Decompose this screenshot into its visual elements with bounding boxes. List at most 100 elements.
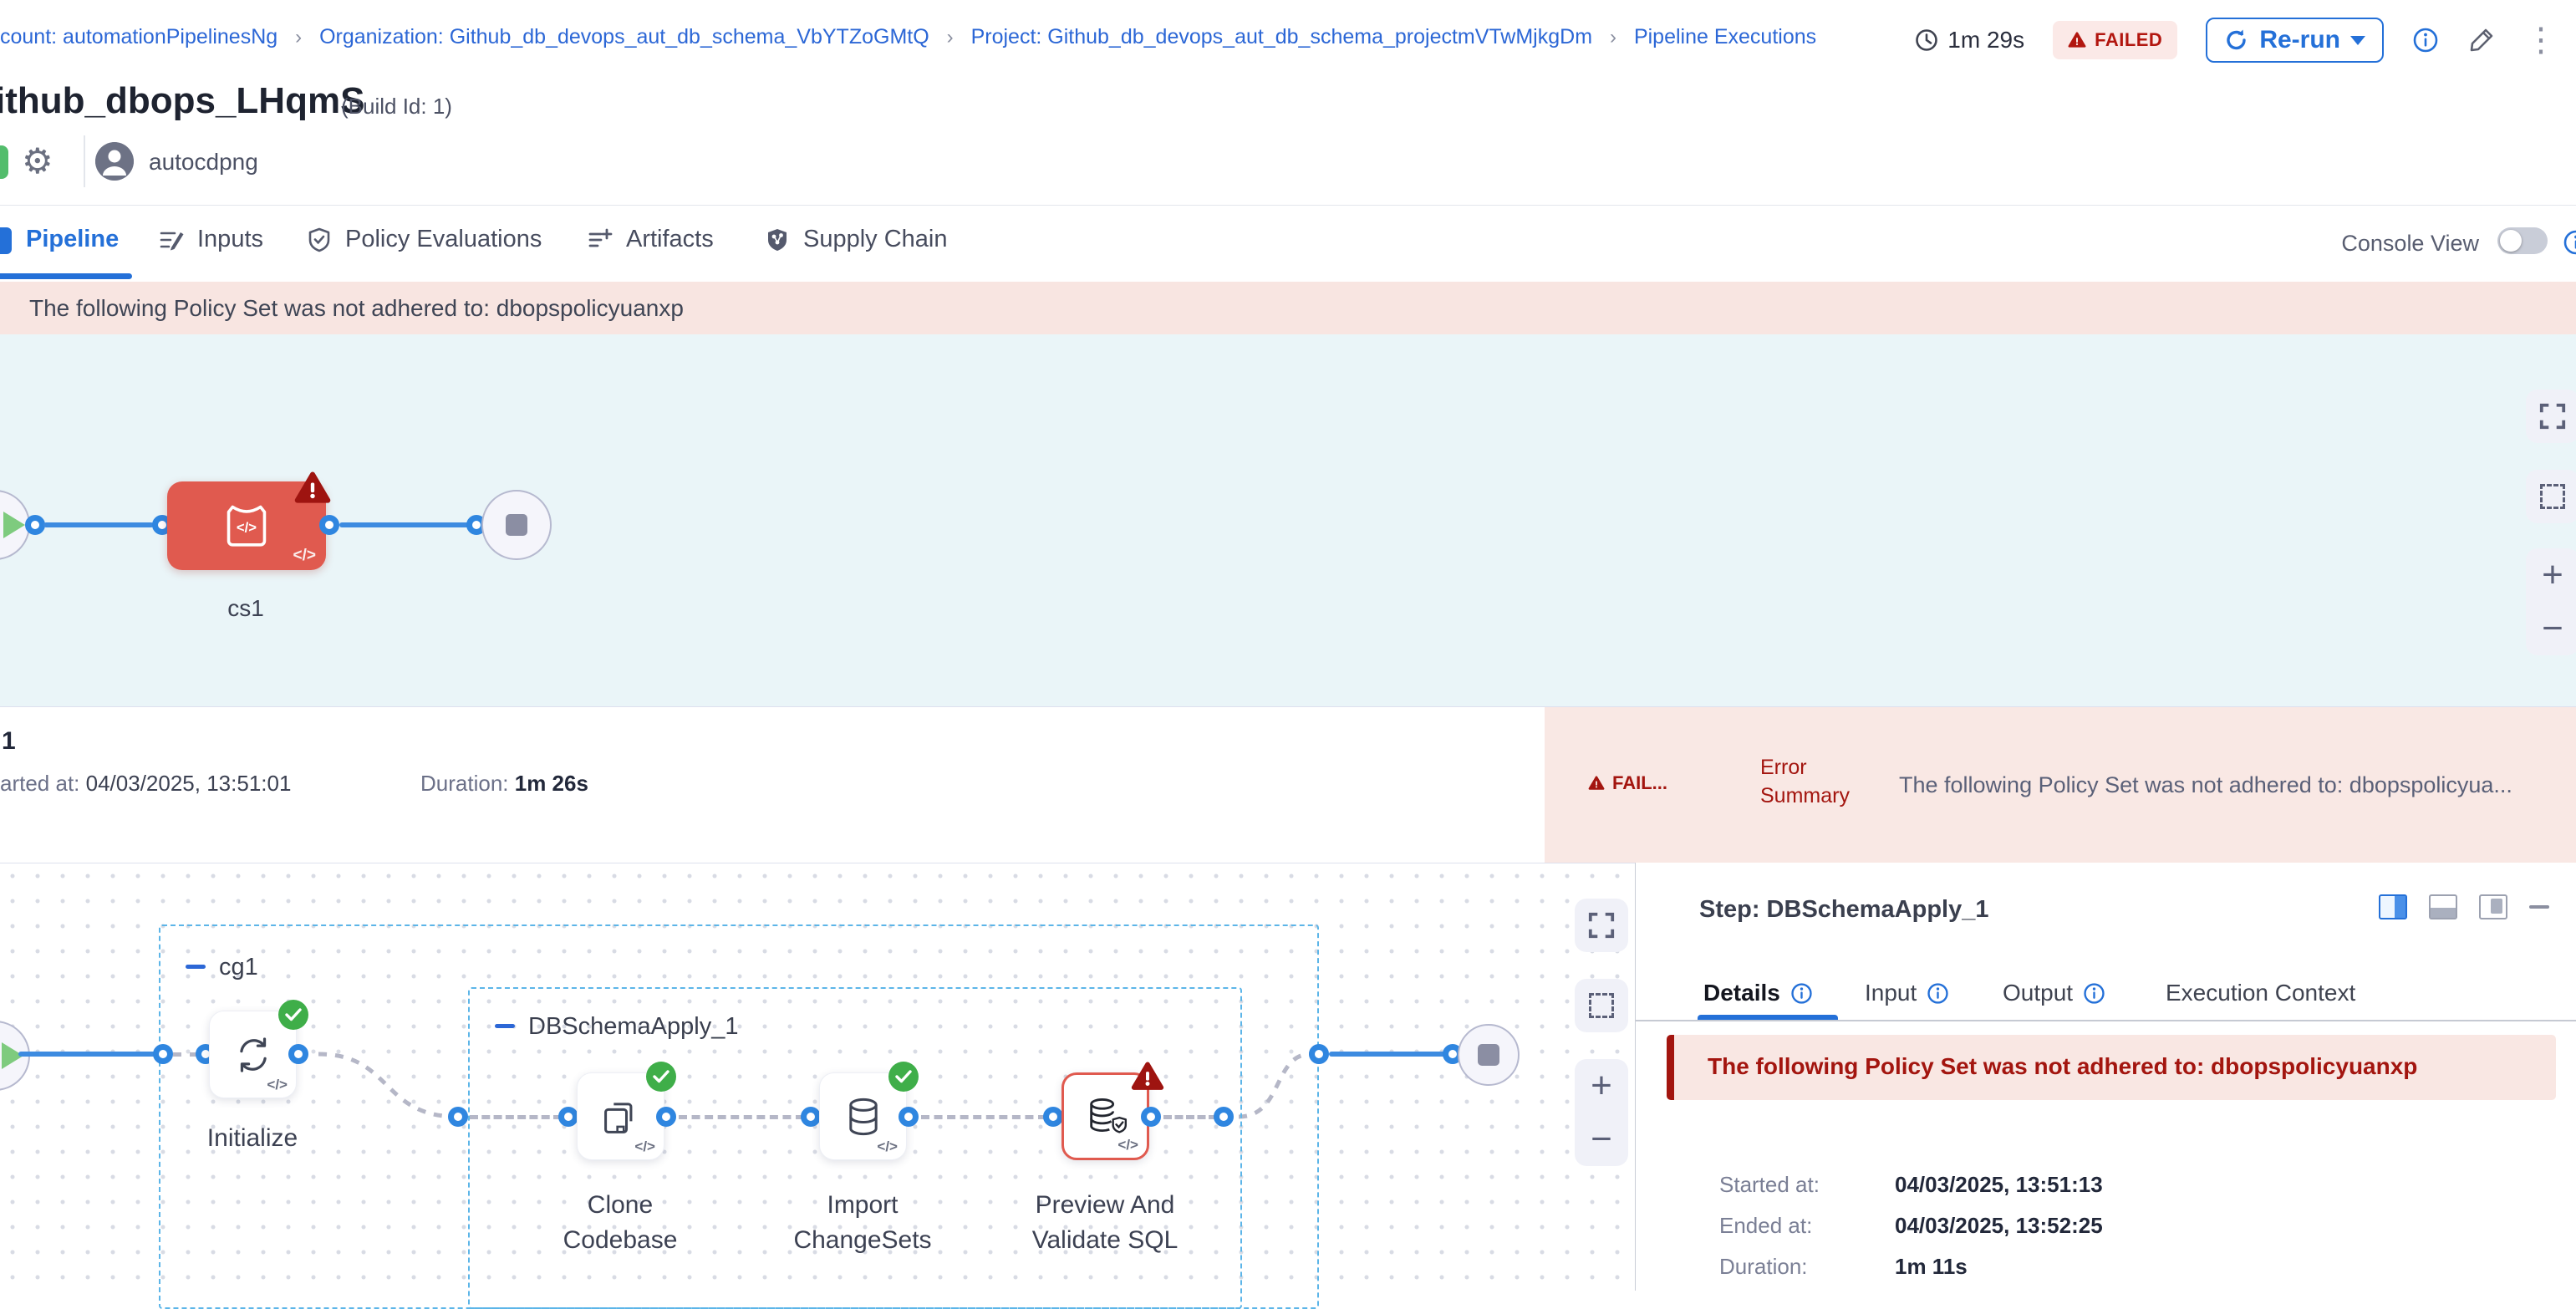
port [153,1044,173,1064]
code-glyph-icon: </> [293,547,316,565]
failed-warning-icon [294,471,331,505]
policy-banner: The following Policy Set was not adhered… [0,282,2576,334]
port [448,1107,468,1127]
edge [43,522,154,527]
floating-panel-view-icon[interactable] [2479,894,2507,919]
breadcrumb-separator: › [947,26,954,48]
rerun-button[interactable]: Re-run [2206,18,2384,63]
edge [339,522,471,527]
step-panel-title: Step: DBSchemaApply_1 [1699,896,1989,924]
edge [679,1115,804,1119]
dbschemaapply-collapse-button[interactable] [495,1024,515,1028]
zoom-controls: + − [2526,548,2576,655]
cg1-label: cg1 [219,954,258,981]
code-glyph-icon: </> [877,1138,898,1155]
step-node-preview-validate-sql[interactable]: </> [1061,1072,1149,1160]
port [1309,1044,1329,1064]
lower-section: cg1 DBSchemaApply_1 </> Initialize [0,863,2576,1291]
tab-artifacts[interactable]: Artifacts [587,226,714,253]
zoom-out-button[interactable]: − [2542,612,2563,645]
info-icon [2083,982,2105,1005]
breadcrumb-separator: › [1610,26,1616,48]
stage-name-label: cs1 [162,595,329,622]
port [319,515,339,535]
edit-pencil-icon[interactable] [2467,26,2496,54]
tab-supply-chain[interactable]: Supply Chain [764,226,948,253]
trigger-user: autocdpng [149,149,258,176]
zoom-in-button[interactable]: + [2542,558,2563,592]
zoom-out-button[interactable]: − [1591,1123,1612,1156]
execution-graph-canvas: cg1 DBSchemaApply_1 </> Initialize [0,863,1635,1291]
code-glyph-icon: </> [267,1077,288,1093]
tab-inputs[interactable]: Inputs [158,226,263,253]
pipeline-tab-icon [0,227,12,254]
stage-error-section: FAIL... Error Summary The following Poli… [1545,707,2576,863]
panel-tab-input[interactable]: Input [1865,980,1949,1006]
edge [921,1115,1046,1119]
dbschemaapply-label: DBSchemaApply_1 [528,1013,738,1041]
bottom-panel-view-icon[interactable] [2429,894,2457,919]
port [1214,1107,1234,1127]
failed-warning-icon [1131,1062,1164,1092]
cg1-collapse-button[interactable] [186,965,206,969]
console-info-icon[interactable] [2563,229,2576,256]
info-icon [1790,982,1813,1005]
step-node-clone-codebase[interactable]: </> [577,1072,664,1160]
selection-mode-button[interactable] [2526,470,2576,523]
svg-text:</>: </> [237,519,257,535]
step-node-import-changesets[interactable]: </> [819,1072,907,1160]
gear-icon[interactable]: ⚙ [22,140,53,181]
play-icon [3,512,25,538]
port [25,515,45,535]
fullscreen-button[interactable] [2526,390,2576,443]
status-badge: FAILED [2053,21,2177,59]
breadcrumb: count: automationPipelinesNg › Organizat… [0,25,1816,49]
active-tab-underline [0,273,132,279]
field-started-at: Started at: 04/03/2025, 13:51:13 [1719,1172,1895,1198]
console-view-toggle[interactable] [2497,227,2548,254]
error-summary-label: Error Summary [1760,753,1861,810]
warning-icon [2068,32,2086,48]
info-icon[interactable] [2412,27,2439,53]
breadcrumb-organization[interactable]: Organization: Github_db_devops_aut_db_sc… [319,25,929,48]
elapsed-time: 1m 29s [1914,27,2024,53]
panel-tab-execution-context[interactable]: Execution Context [2166,980,2355,1006]
clock-icon [1914,28,1939,53]
right-panel-view-icon[interactable] [2379,894,2407,919]
stop-icon [1478,1044,1499,1066]
field-ended-at: Ended at: 04/03/2025, 13:52:25 [1719,1213,1895,1239]
refresh-icon [2224,28,2249,53]
artifacts-icon [587,227,613,253]
stage-node-cs1[interactable]: </> </> [167,481,326,570]
avatar [95,142,134,181]
port [1141,1107,1161,1127]
breadcrumb-separator: › [295,26,302,48]
step-label-preview-validate-sql: Preview And Validate SQL [1013,1188,1197,1258]
step-node-initialize[interactable]: </> [209,1011,297,1098]
stage-info-bar: 1 arted at: 04/03/2025, 13:51:01 Duratio… [0,706,2576,863]
stop-icon [506,514,527,536]
tab-policy-evaluations[interactable]: Policy Evaluations [306,226,542,253]
status-sliver-icon [0,145,8,179]
panel-tab-output[interactable]: Output [2003,980,2105,1006]
more-options-icon[interactable]: ⋮ [2524,28,2558,53]
stage-duration: Duration: 1m 26s [420,771,588,797]
error-summary-text: The following Policy Set was not adhered… [1899,772,2576,798]
fullscreen-button[interactable] [1575,899,1628,952]
breadcrumb-project[interactable]: Project: Github_db_devops_aut_db_schema_… [971,25,1592,48]
code-glyph-icon: </> [634,1138,655,1155]
rerun-caret-icon [2350,36,2365,45]
zoom-in-button[interactable]: + [1591,1069,1612,1103]
top-bar: count: automationPipelinesNg › Organizat… [0,0,2576,75]
minimize-panel-icon[interactable] [2529,905,2549,909]
inputs-icon [158,227,185,253]
zoom-controls: + − [1575,1059,1628,1166]
supply-chain-shield-icon [764,227,791,253]
code-glyph-icon: </> [1117,1137,1138,1154]
panel-tab-details[interactable]: Details [1703,980,1813,1006]
breadcrumb-account[interactable]: count: automationPipelinesNg [0,25,277,48]
tab-pipeline[interactable]: Pipeline [26,226,119,253]
selection-mode-button[interactable] [1575,979,1628,1032]
meta-bar: ⚙ autocdpng [0,134,2576,206]
breadcrumb-pipeline-executions[interactable]: Pipeline Executions [1634,25,1816,48]
